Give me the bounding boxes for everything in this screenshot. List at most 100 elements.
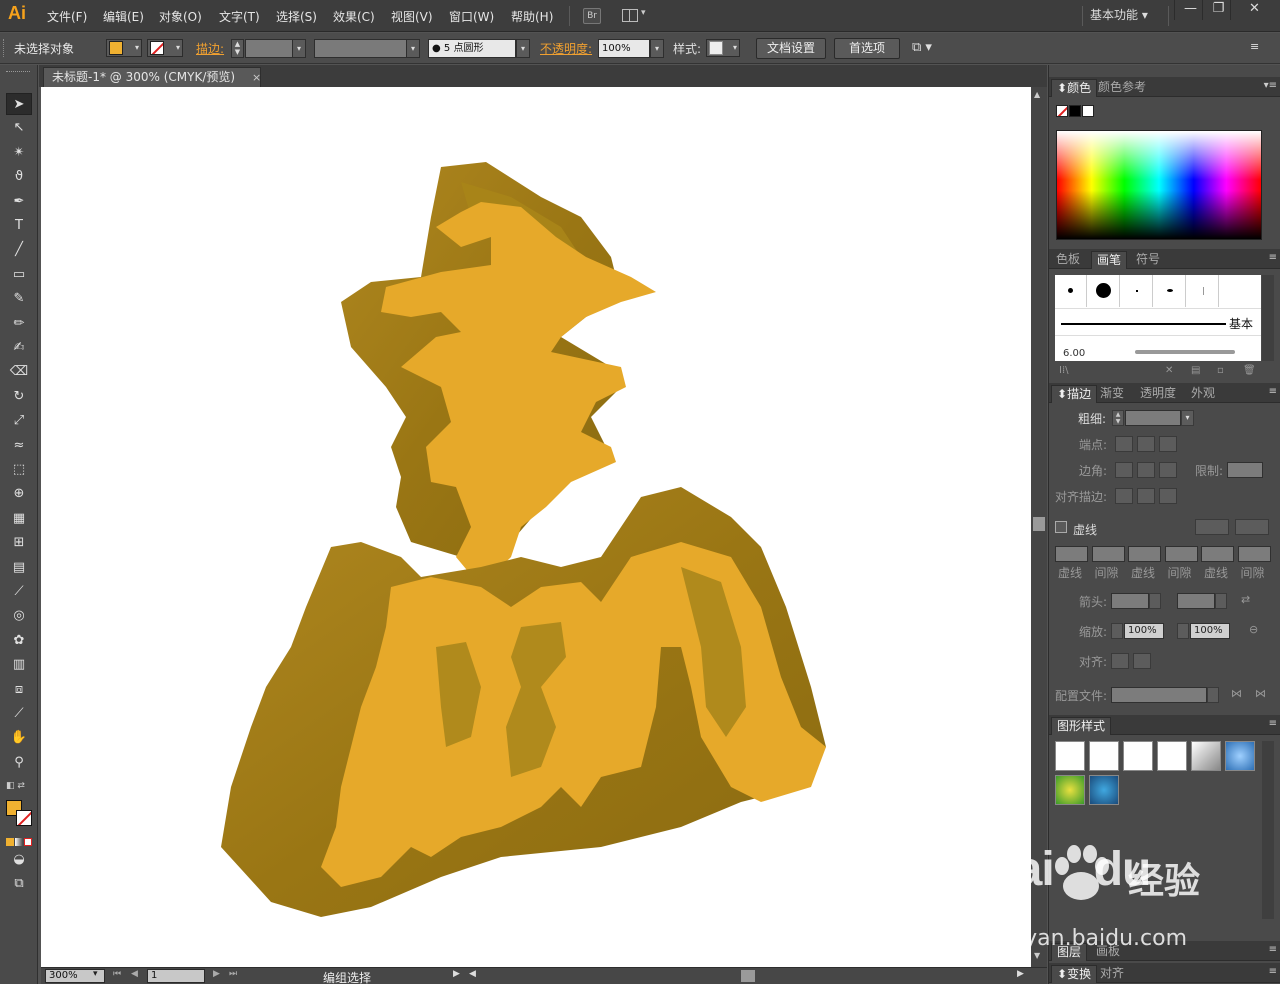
paintbrush-tool[interactable]: ✎ bbox=[6, 288, 32, 310]
menu-effect[interactable]: 效果(C) bbox=[333, 8, 375, 25]
zoom-tool[interactable]: ⚲ bbox=[6, 752, 32, 774]
brush-cell[interactable] bbox=[1187, 275, 1219, 307]
pen-tool[interactable]: ✒ bbox=[6, 191, 32, 213]
graphic-style-outline[interactable] bbox=[1157, 741, 1187, 771]
remove-stroke-icon[interactable]: ✕ bbox=[1165, 365, 1173, 376]
graphic-style-default[interactable] bbox=[1055, 741, 1085, 771]
tab-brushes[interactable]: 画笔 bbox=[1091, 251, 1128, 269]
start-arrow-dropdown[interactable] bbox=[1149, 593, 1161, 609]
preferences-button[interactable]: 首选项 bbox=[834, 38, 900, 59]
new-brush-icon[interactable]: ▫ bbox=[1217, 365, 1224, 376]
fill-color-button[interactable]: ▾ bbox=[106, 39, 142, 57]
shape-builder-tool[interactable]: ⊕ bbox=[6, 483, 32, 505]
brush-row-basic[interactable]: 基本 bbox=[1055, 308, 1261, 334]
gap-field[interactable] bbox=[1164, 546, 1198, 562]
dashed-line-checkbox[interactable] bbox=[1055, 521, 1067, 533]
tab-swatches[interactable]: 色板 bbox=[1051, 251, 1085, 269]
tab-gradient[interactable]: 渐变 bbox=[1095, 385, 1129, 403]
none-mode-icon[interactable] bbox=[24, 838, 32, 846]
horizontal-scrollbar-thumb[interactable] bbox=[741, 970, 755, 982]
column-graph-tool[interactable]: ▥ bbox=[6, 654, 32, 676]
panel-menu-icon[interactable]: ▾≡ bbox=[1264, 80, 1277, 91]
panel-menu-icon[interactable]: ≡ bbox=[1269, 386, 1277, 397]
black-swatch[interactable] bbox=[1069, 105, 1081, 117]
panel-menu-icon[interactable]: ≡ bbox=[1269, 252, 1277, 263]
default-colors-icon[interactable]: ◧ ⇄ bbox=[6, 781, 25, 791]
type-tool[interactable]: T bbox=[6, 215, 32, 237]
arrow-tip-at-end-button[interactable] bbox=[1133, 653, 1151, 669]
bridge-button[interactable]: Br bbox=[583, 8, 601, 24]
menu-edit[interactable]: 编辑(E) bbox=[103, 8, 144, 25]
square-cap-button[interactable] bbox=[1159, 436, 1177, 452]
brush-cell[interactable] bbox=[1121, 275, 1153, 307]
brush-definition-dropdown[interactable]: ▾ bbox=[516, 39, 530, 58]
options-icon[interactable]: ▤ bbox=[1191, 365, 1200, 376]
miter-join-button[interactable] bbox=[1115, 462, 1133, 478]
graphic-style-teal[interactable] bbox=[1089, 775, 1119, 805]
profile-dropdown[interactable] bbox=[1207, 687, 1219, 703]
tab-color-guide[interactable]: 颜色参考 bbox=[1093, 79, 1151, 97]
screen-mode-icon[interactable]: ⧉ bbox=[6, 873, 32, 895]
scroll-right-icon[interactable]: ▶ bbox=[1017, 969, 1024, 979]
color-mode-buttons[interactable] bbox=[6, 835, 34, 846]
color-mode-icon[interactable] bbox=[6, 838, 14, 846]
profile-field[interactable] bbox=[1111, 687, 1207, 703]
round-cap-button[interactable] bbox=[1137, 436, 1155, 452]
first-page-icon[interactable]: ⏮ bbox=[113, 969, 121, 979]
none-swatch[interactable] bbox=[1056, 105, 1068, 117]
page-field[interactable]: 1 bbox=[147, 969, 205, 983]
graphic-style-white[interactable] bbox=[1123, 741, 1153, 771]
stroke-color-button[interactable]: ▾ bbox=[147, 39, 183, 57]
gradient-mode-icon[interactable] bbox=[15, 838, 23, 846]
opacity-field[interactable]: 100% bbox=[598, 39, 650, 58]
perspective-grid-tool[interactable]: ▦ bbox=[6, 508, 32, 530]
brush-cell[interactable] bbox=[1055, 275, 1087, 307]
menu-help[interactable]: 帮助(H) bbox=[511, 8, 553, 25]
weight-dropdown[interactable]: ▾ bbox=[1181, 410, 1194, 426]
end-arrow-field[interactable] bbox=[1177, 593, 1215, 609]
dash-align-button[interactable] bbox=[1235, 519, 1269, 535]
end-arrow-dropdown[interactable] bbox=[1215, 593, 1227, 609]
brush-libraries-icon[interactable]: I⁞\ bbox=[1059, 365, 1069, 376]
3d-calligraphy-artwork[interactable] bbox=[41, 87, 1031, 967]
tab-graphic-styles[interactable]: 图形样式 bbox=[1051, 717, 1112, 735]
gradient-tool[interactable]: ▤ bbox=[6, 557, 32, 579]
scale-start-field[interactable]: 100% bbox=[1124, 623, 1164, 639]
drawing-mode-icon[interactable]: ◒ bbox=[6, 849, 32, 871]
menu-select[interactable]: 选择(S) bbox=[276, 8, 317, 25]
stroke-weight-stepper[interactable]: ▲ ▼ bbox=[231, 39, 244, 58]
graphic-styles-scrollbar[interactable] bbox=[1262, 741, 1274, 919]
artboard-tool[interactable]: ⧈ bbox=[6, 679, 32, 701]
variable-width-profile-field[interactable] bbox=[314, 39, 408, 58]
scrollbar-thumb[interactable] bbox=[1033, 517, 1045, 531]
tab-appearance[interactable]: 外观 bbox=[1186, 385, 1220, 403]
white-swatch[interactable] bbox=[1082, 105, 1094, 117]
bevel-join-button[interactable] bbox=[1159, 462, 1177, 478]
selection-tool[interactable]: ➤ bbox=[6, 93, 32, 115]
weight-stepper[interactable]: ▲ ▼ bbox=[1112, 410, 1124, 426]
brush-list-scrollbar[interactable] bbox=[1262, 275, 1274, 361]
line-tool[interactable]: ╱ bbox=[6, 239, 32, 261]
brush-definition-field[interactable]: ● 5 点圆形 bbox=[428, 39, 516, 58]
next-page-icon[interactable]: ▶ bbox=[213, 969, 220, 979]
panel-menu-icon[interactable]: ≡ bbox=[1250, 40, 1259, 53]
scale-end-field[interactable]: 100% bbox=[1190, 623, 1230, 639]
warp-tool[interactable]: ≈ bbox=[6, 435, 32, 457]
panel-menu-icon[interactable]: ≡ bbox=[1269, 718, 1277, 729]
panel-menu-icon[interactable]: ≡ bbox=[1269, 944, 1277, 955]
tab-color[interactable]: ⬍颜色 bbox=[1051, 79, 1098, 97]
menu-type[interactable]: 文字(T) bbox=[219, 8, 260, 25]
stroke-label[interactable]: 描边: bbox=[196, 40, 224, 57]
graphic-style-none[interactable] bbox=[1089, 741, 1119, 771]
close-tab-icon[interactable]: × bbox=[252, 69, 261, 87]
last-page-icon[interactable]: ⏭ bbox=[229, 969, 237, 979]
scale-end-stepper[interactable] bbox=[1177, 623, 1189, 639]
butt-cap-button[interactable] bbox=[1115, 436, 1133, 452]
menu-file[interactable]: 文件(F) bbox=[47, 8, 87, 25]
tab-align[interactable]: 对齐 bbox=[1095, 965, 1129, 983]
eyedropper-tool[interactable]: ⟋ bbox=[6, 581, 32, 603]
menu-object[interactable]: 对象(O) bbox=[159, 8, 202, 25]
blob-brush-tool[interactable]: ✍ bbox=[6, 337, 32, 359]
scroll-left-icon[interactable]: ◀ bbox=[469, 969, 476, 979]
stroke-swatch[interactable] bbox=[16, 810, 32, 826]
